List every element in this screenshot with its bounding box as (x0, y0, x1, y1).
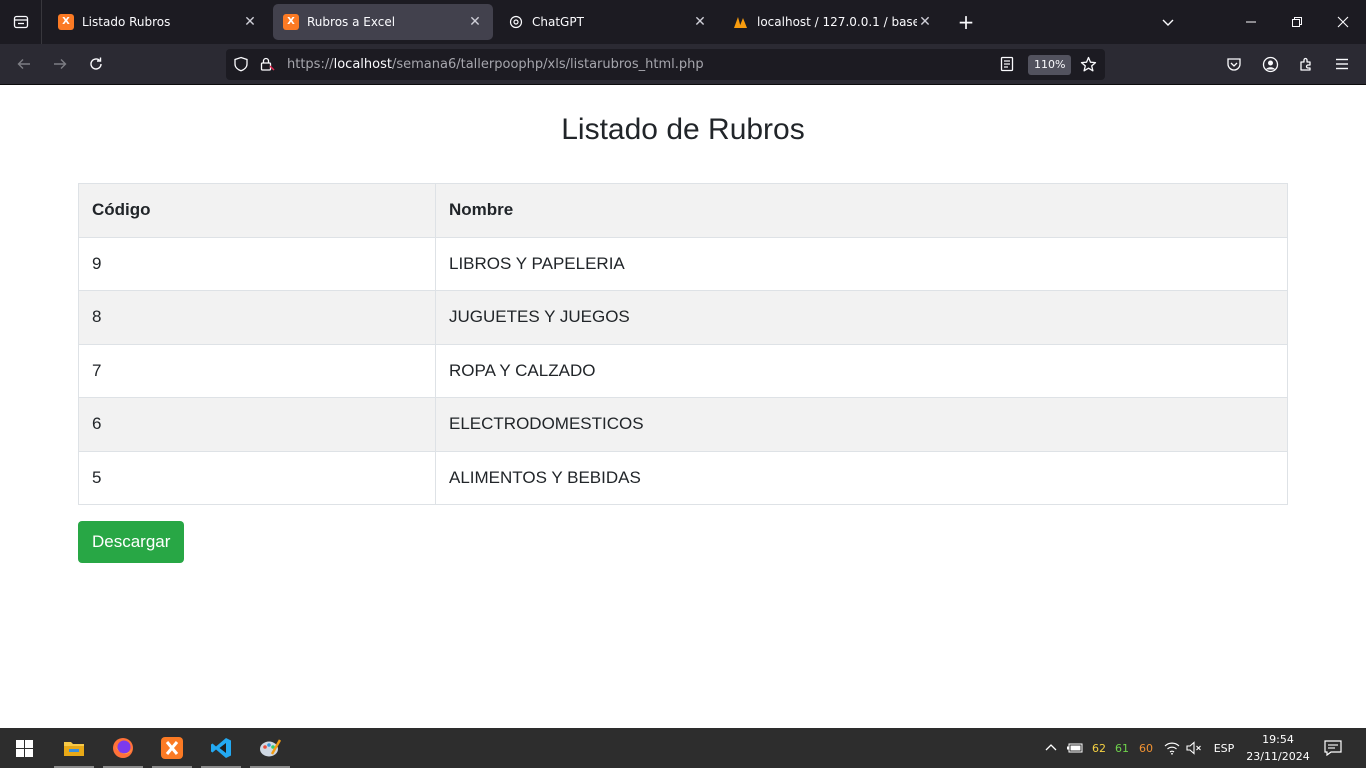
tab-title: Listado Rubros (82, 15, 171, 29)
table-row: 7 ROPA Y CALZADO (78, 343, 1288, 398)
windows-logo-icon (15, 739, 33, 757)
bookmark-star-icon[interactable] (1079, 55, 1097, 73)
list-all-tabs-button[interactable] (1156, 10, 1180, 34)
chatgpt-icon (508, 14, 524, 30)
restore-button[interactable] (1274, 0, 1320, 44)
download-button[interactable]: Descargar (78, 521, 185, 563)
back-button[interactable] (10, 50, 38, 78)
cell-nombre: ALIMENTOS Y BEBIDAS (435, 450, 1288, 505)
taskbar-xampp[interactable] (148, 728, 196, 768)
chevron-up-icon (1045, 744, 1057, 751)
xampp-icon: X (58, 14, 74, 30)
rubros-table: Código Nombre 9 LIBROS Y PAPELERIA 8 JUG… (78, 183, 1288, 505)
tab-close-icon[interactable]: ✕ (242, 14, 258, 30)
column-header-codigo: Código (78, 183, 436, 238)
table-row: 6 ELECTRODOMESTICOS (78, 397, 1288, 452)
taskbar-paint[interactable] (246, 728, 294, 768)
xampp-icon: X (283, 14, 299, 30)
taskbar-file-explorer[interactable] (50, 728, 98, 768)
minimize-button[interactable] (1228, 0, 1274, 44)
arrow-right-icon (54, 59, 67, 69)
windows-taskbar: 62 61 60 ESP 19:54 23/11/2024 (0, 728, 1366, 768)
reload-icon (90, 57, 102, 70)
new-tab-button[interactable]: + (954, 10, 978, 34)
paint-palette-icon (260, 739, 281, 757)
table-header-row: Código Nombre (78, 183, 1288, 238)
cell-codigo: 6 (78, 397, 436, 452)
cell-nombre: LIBROS Y PAPELERIA (435, 236, 1288, 291)
tab-title: localhost / 127.0.0.1 / basepoo2 (757, 15, 917, 29)
wifi-icon[interactable] (1162, 728, 1182, 768)
language-indicator[interactable]: ESP (1208, 728, 1240, 768)
table-row: 5 ALIMENTOS Y BEBIDAS (78, 450, 1288, 505)
arrow-left-icon (17, 59, 30, 69)
notifications-button[interactable] (1320, 728, 1346, 768)
lock-warning-icon[interactable] (258, 55, 276, 73)
zoom-reset-button[interactable]: 110% (1028, 55, 1072, 75)
taskbar-firefox[interactable] (99, 728, 147, 768)
tab-listado-rubros[interactable]: X Listado Rubros ✕ (48, 4, 268, 40)
temp-readout: 60 (1139, 741, 1153, 755)
page-content: Listado de Rubros Código Nombre 9 LIBROS… (0, 85, 1366, 728)
browser-tab-strip: X Listado Rubros ✕ X Rubros a Excel ✕ Ch… (0, 0, 1366, 44)
close-icon (1337, 16, 1349, 28)
cell-codigo: 9 (78, 236, 436, 291)
url-text[interactable]: https://localhost/semana6/tallerpoophp/x… (287, 57, 704, 72)
navigation-toolbar: https://localhost/semana6/tallerpoophp/x… (0, 44, 1366, 85)
xampp-icon (161, 737, 183, 759)
cell-nombre: ELECTRODOMESTICOS (435, 397, 1288, 452)
notification-center-icon (1324, 740, 1342, 756)
plus-icon: + (957, 10, 975, 34)
tab-rubros-a-excel[interactable]: X Rubros a Excel ✕ (273, 4, 493, 40)
clock-time: 19:54 (1262, 733, 1294, 746)
firefox-view-button[interactable] (0, 0, 42, 44)
folder-icon (64, 742, 84, 756)
page-title: Listado de Rubros (561, 113, 805, 146)
clock-date: 23/11/2024 (1246, 750, 1310, 763)
temp-readout: 62 (1092, 741, 1106, 755)
phpmyadmin-icon (733, 14, 749, 30)
shield-icon[interactable] (232, 55, 250, 73)
reload-button[interactable] (82, 50, 110, 78)
minimize-icon (1246, 21, 1256, 23)
taskbar-vscode[interactable] (197, 728, 245, 768)
url-path: /semana6/tallerpoophp/xls/listarubros_ht… (391, 57, 704, 72)
chevron-down-icon (1162, 19, 1174, 26)
cell-codigo: 7 (78, 343, 436, 398)
cell-nombre: ROPA Y CALZADO (435, 343, 1288, 398)
forward-button[interactable] (46, 50, 74, 78)
tab-title: Rubros a Excel (307, 15, 396, 29)
close-window-button[interactable] (1320, 0, 1366, 44)
address-bar[interactable]: https://localhost/semana6/tallerpoophp/x… (226, 49, 1105, 80)
cell-codigo: 5 (78, 450, 436, 505)
menu-icon[interactable] (1332, 54, 1352, 74)
tab-close-icon[interactable]: ✕ (917, 14, 933, 30)
show-hidden-icons-button[interactable] (1042, 728, 1060, 768)
restore-icon (1292, 17, 1302, 27)
table-row: 9 LIBROS Y PAPELERIA (78, 236, 1288, 291)
start-button[interactable] (0, 728, 48, 768)
table-row: 8 JUGUETES Y JUEGOS (78, 290, 1288, 345)
url-scheme: https:// (287, 57, 334, 72)
battery-icon[interactable] (1065, 728, 1085, 768)
tab-close-icon[interactable]: ✕ (692, 14, 708, 30)
reader-view-icon[interactable] (998, 55, 1016, 73)
extensions-icon[interactable] (1296, 54, 1316, 74)
cell-codigo: 8 (78, 290, 436, 345)
firefox-view-icon (13, 15, 28, 29)
volume-muted-icon[interactable] (1184, 728, 1204, 768)
vscode-icon (211, 738, 231, 758)
tab-chatgpt[interactable]: ChatGPT ✕ (498, 4, 718, 40)
url-host: localhost (333, 57, 392, 72)
tab-title: ChatGPT (532, 15, 584, 29)
pocket-icon[interactable] (1224, 54, 1244, 74)
column-header-nombre: Nombre (435, 183, 1288, 238)
temp-readout: 61 (1115, 741, 1129, 755)
firefox-icon (113, 738, 133, 758)
tab-phpmyadmin[interactable]: localhost / 127.0.0.1 / basepoo2 ✕ (723, 4, 943, 40)
tab-close-icon[interactable]: ✕ (467, 14, 483, 30)
account-icon[interactable] (1260, 54, 1280, 74)
cell-nombre: JUGUETES Y JUEGOS (435, 290, 1288, 345)
clock[interactable]: 19:54 23/11/2024 (1240, 731, 1316, 765)
